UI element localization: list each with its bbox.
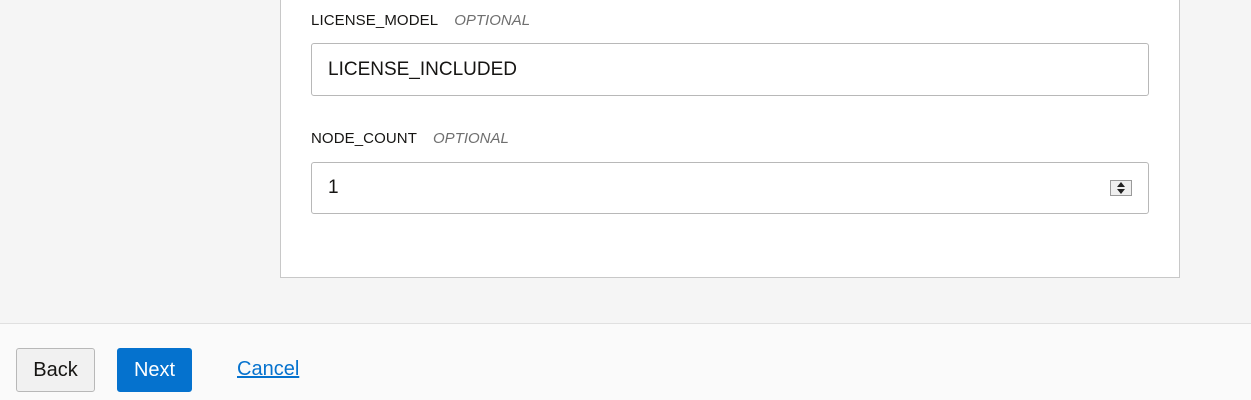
caret-down-icon	[1117, 189, 1125, 194]
node-count-label-row: NODE_COUNT OPTIONAL	[311, 130, 509, 147]
form-panel: LICENSE_MODEL OPTIONAL NODE_COUNT OPTION…	[280, 0, 1180, 278]
license-model-optional-tag: OPTIONAL	[454, 12, 531, 29]
caret-up-icon	[1117, 182, 1125, 187]
stepper-decrement-button[interactable]	[1111, 188, 1131, 195]
up-down-stepper-icon[interactable]	[1110, 180, 1132, 196]
back-button[interactable]: Back	[16, 348, 95, 392]
node-count-optional-tag: OPTIONAL	[433, 130, 509, 147]
license-model-input[interactable]	[311, 43, 1149, 96]
node-count-input[interactable]	[312, 163, 1102, 213]
page: LICENSE_MODEL OPTIONAL NODE_COUNT OPTION…	[0, 0, 1251, 400]
license-model-label: LICENSE_MODEL	[311, 12, 439, 29]
license-model-label-row: LICENSE_MODEL OPTIONAL	[311, 12, 530, 29]
stepper-increment-button[interactable]	[1111, 181, 1131, 188]
content-area: LICENSE_MODEL OPTIONAL NODE_COUNT OPTION…	[0, 0, 1251, 323]
cancel-link[interactable]: Cancel	[237, 358, 299, 381]
footer-bar: Back Next Cancel	[0, 323, 1251, 400]
next-button[interactable]: Next	[117, 348, 192, 392]
node-count-label: NODE_COUNT	[311, 130, 418, 147]
node-count-field	[311, 162, 1149, 214]
